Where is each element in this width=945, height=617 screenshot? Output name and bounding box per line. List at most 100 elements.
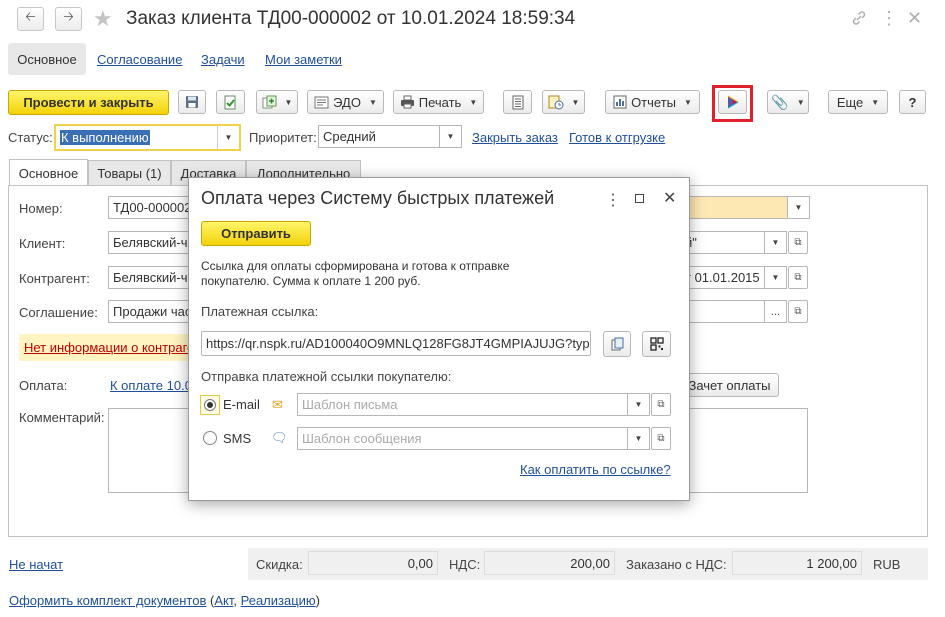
more-button-label: Еще	[836, 94, 864, 110]
floppy-disk-icon	[185, 95, 199, 109]
sms-template-open[interactable]: ⧉	[651, 427, 671, 450]
payment-link-field[interactable]: https://qr.nspk.ru/AD100040O9MNLQ128FG8J…	[201, 331, 591, 356]
sms-radio[interactable]	[203, 431, 217, 445]
contract-dropdown-button[interactable]: ▼	[765, 266, 787, 289]
close-order-link[interactable]: Закрыть заказ	[472, 130, 558, 145]
email-template-open[interactable]: ⧉	[651, 393, 671, 416]
payment-link[interactable]: К оплате 10.0	[110, 378, 192, 393]
client-field[interactable]: Белявский-ч	[108, 231, 198, 254]
vat-label: НДС:	[449, 557, 481, 572]
contractor-field[interactable]: Белявский-ч	[108, 266, 198, 289]
qr-code-button[interactable]	[642, 331, 671, 357]
send-to-buyer-label: Отправка платежной ссылки покупателю:	[201, 369, 452, 384]
print-button[interactable]: Печать ▼	[393, 90, 484, 114]
agreement-select-button[interactable]: ...	[765, 300, 787, 323]
status-field[interactable]: К выполнению	[56, 126, 217, 149]
section-tab-label: Основное	[17, 51, 77, 67]
warning-link[interactable]: Нет информации о контраге	[24, 340, 194, 355]
link-icon[interactable]	[851, 10, 867, 31]
menu-dots-icon[interactable]: ⋮	[880, 8, 898, 29]
client-field-right[interactable]: й"	[680, 231, 765, 254]
document-list-icon	[512, 95, 524, 110]
envelope-icon: ✉	[272, 397, 283, 412]
chevron-down-icon: ▼	[571, 97, 580, 107]
number-field[interactable]: ТД00-000002	[108, 196, 198, 219]
ready-to-ship-link[interactable]: Готов к отгрузке	[569, 130, 665, 145]
section-tab-main[interactable]: Основное	[8, 43, 86, 75]
priority-field[interactable]: Средний	[318, 125, 440, 148]
date-dropdown-button[interactable]: ▼	[788, 196, 810, 219]
edo-icon	[314, 96, 329, 109]
reports-button-label: Отчеты	[631, 94, 676, 110]
form-tab-goods[interactable]: Товары (1)	[88, 160, 171, 185]
post-button[interactable]	[216, 90, 245, 114]
email-label: E-mail	[223, 397, 260, 412]
realization-link[interactable]: Реализацию	[241, 593, 316, 608]
ordered-field: 1 200,00	[732, 551, 862, 575]
sms-template-field[interactable]: Шаблон сообщения	[297, 427, 628, 450]
sms-template-dropdown[interactable]: ▼	[628, 427, 650, 450]
edo-button[interactable]: ЭДО ▼	[307, 90, 384, 114]
radio-selected-icon	[204, 399, 216, 411]
section-tab-notes[interactable]: Мои заметки	[265, 52, 342, 67]
sbp-payment-button[interactable]	[718, 90, 747, 114]
forward-button[interactable]: 🡢	[55, 7, 82, 31]
create-based-on-button[interactable]: ▼	[256, 90, 298, 114]
post-and-close-button[interactable]: Провести и закрыть	[8, 90, 169, 115]
maximize-icon[interactable]	[635, 194, 644, 203]
client-label: Клиент:	[19, 236, 66, 251]
number-label: Номер:	[19, 201, 63, 216]
dialog-close-icon[interactable]: ✕	[663, 188, 676, 208]
docs-paren-close: )	[315, 593, 321, 608]
create-based-icon	[262, 95, 277, 110]
contract-open-button[interactable]: ⧉	[788, 266, 808, 289]
more-button[interactable]: Еще ▼	[828, 90, 888, 114]
act-link[interactable]: Акт	[214, 593, 233, 608]
date-field[interactable]	[680, 196, 788, 219]
arrow-left-icon: 🡠	[25, 9, 36, 24]
qr-code-icon	[649, 337, 664, 351]
client-dropdown-button[interactable]: ▼	[765, 231, 787, 254]
copy-link-button[interactable]	[603, 331, 631, 357]
chevron-down-icon: ▼	[796, 97, 805, 107]
section-tab-tasks[interactable]: Задачи	[201, 52, 245, 67]
dialog-menu-icon[interactable]: ⋮	[605, 190, 621, 210]
tasks-button[interactable]: ▼	[542, 90, 585, 114]
how-to-pay-link[interactable]: Как оплатить по ссылке?	[520, 462, 671, 477]
post-document-icon	[223, 95, 238, 110]
status-dropdown-button[interactable]: ▼	[217, 126, 239, 149]
priority-dropdown-button[interactable]: ▼	[440, 125, 462, 148]
email-template-field[interactable]: Шаблон письма	[297, 393, 628, 416]
status-not-started-link[interactable]: Не начат	[9, 557, 63, 572]
agreement-open-button[interactable]: ⧉	[788, 300, 808, 323]
offset-payment-button[interactable]: Зачет оплаты	[680, 373, 779, 397]
help-button[interactable]: ?	[899, 90, 926, 114]
make-documents-link[interactable]: Оформить комплект документов	[9, 593, 206, 608]
window-title: Заказ клиента ТД00-000002 от 10.01.2024 …	[126, 8, 576, 29]
arrow-right-icon: 🡢	[63, 9, 74, 24]
send-button[interactable]: Отправить	[201, 221, 311, 246]
agreement-field[interactable]: Продажи час	[108, 300, 198, 323]
reports-button[interactable]: Отчеты ▼	[605, 90, 700, 114]
chevron-down-icon: ▼	[284, 97, 293, 107]
vat-field: 200,00	[484, 551, 615, 575]
close-icon[interactable]: ✕	[907, 8, 922, 29]
paperclip-icon: 📎	[771, 93, 789, 110]
printer-icon	[400, 95, 415, 109]
form-tab-main[interactable]: Основное	[9, 159, 88, 186]
discount-field: 0,00	[308, 551, 438, 575]
chat-bubble-icon: 🗨	[271, 430, 288, 445]
save-button[interactable]	[178, 90, 206, 114]
edo-button-label: ЭДО	[333, 94, 361, 110]
agreement-field-right[interactable]	[680, 300, 765, 323]
contract-field[interactable]: т 01.01.2015	[680, 266, 765, 289]
client-open-button[interactable]: ⧉	[788, 231, 808, 254]
email-template-dropdown[interactable]: ▼	[628, 393, 650, 416]
document-structure-button[interactable]	[503, 90, 532, 114]
attachments-button[interactable]: 📎 ▼	[767, 90, 809, 114]
print-button-label: Печать	[418, 94, 462, 110]
back-button[interactable]: 🡠	[17, 7, 44, 31]
email-radio[interactable]	[200, 395, 220, 415]
section-tab-approval[interactable]: Согласование	[97, 52, 182, 67]
favorite-star-icon[interactable]: ★	[93, 6, 113, 32]
